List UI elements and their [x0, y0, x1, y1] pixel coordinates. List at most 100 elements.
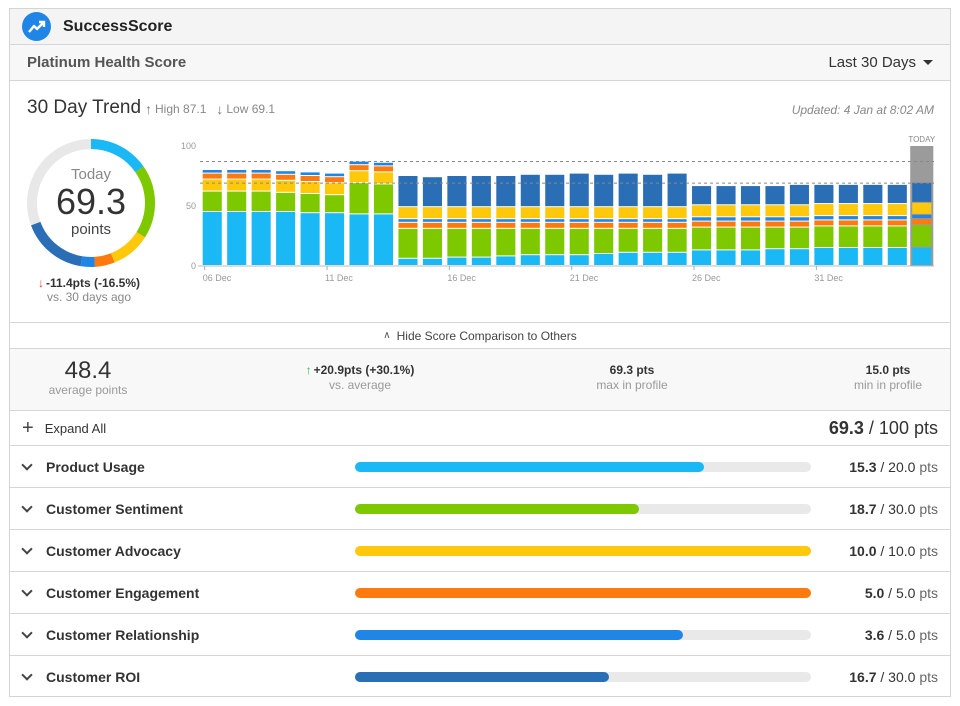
bar-segment: [863, 216, 883, 220]
row-score-value: 16.7: [849, 669, 877, 685]
bar-segment: [594, 207, 614, 219]
bar-segment: [447, 228, 467, 257]
row-expand-toggle[interactable]: Customer Sentiment: [10, 501, 183, 517]
bar-segment: [520, 207, 540, 219]
bar-segment: [569, 222, 589, 228]
bar-segment: [227, 170, 247, 173]
row-expand-toggle[interactable]: Customer ROI: [10, 669, 140, 685]
bar-segment: [496, 222, 516, 228]
average-value: 48.4: [64, 357, 112, 384]
total-score: 69.3 / 100 pts: [829, 418, 938, 439]
row-score-value: 3.6: [864, 626, 885, 643]
bar-segment: [398, 222, 418, 228]
bar-segment: [594, 228, 614, 253]
bar-segment: [814, 204, 834, 216]
expand-all-button[interactable]: + Expand All: [22, 418, 106, 438]
y-tick-label: 100: [181, 141, 196, 151]
bar-segment: [887, 204, 907, 216]
bar-segment: [545, 228, 565, 255]
hide-comparison-toggle[interactable]: ∧ Hide Score Comparison to Others: [10, 323, 950, 349]
today-delta: ↓ -11.4pts (-16.5%) vs. 30 days ago: [10, 276, 168, 304]
row-expand-toggle[interactable]: Customer Relationship: [10, 627, 199, 643]
bar-segment: [765, 205, 785, 217]
bar-segment: [838, 226, 858, 247]
row-expand-toggle[interactable]: Product Usage: [10, 459, 145, 475]
caret-down-icon: [923, 60, 933, 65]
bar-segment: [471, 228, 491, 257]
bar-segment: [398, 176, 418, 207]
row-expand-toggle[interactable]: Customer Engagement: [10, 585, 199, 601]
trend-bar-chart: 0 50 100 TODAY 06 Dec 11 Dec 16 Dec 21 Dec 26 De…: [181, 135, 936, 283]
bar-segment: [692, 221, 712, 227]
bar-segment: [471, 207, 491, 219]
bar-segment: [496, 207, 516, 219]
bar-segment: [716, 221, 736, 227]
bar-segment: [838, 220, 858, 226]
max-label: max in profile: [596, 378, 668, 392]
bar-segment: [325, 183, 345, 195]
bar-segment: [789, 205, 809, 217]
bar-segment: [520, 255, 540, 265]
bar-segment: [447, 257, 467, 265]
bar-segment: [740, 227, 761, 250]
bar-segment: [569, 207, 589, 219]
bar-segment: [863, 226, 883, 247]
bar-segment: [814, 248, 834, 265]
progress-track: [355, 546, 811, 556]
today-value: 69.3: [55, 181, 127, 222]
row-score-max: / 20.0: [880, 458, 916, 475]
max-stat: 69.3 pts max in profile: [572, 359, 692, 392]
bar-segment: [202, 170, 222, 173]
bar-segment: [716, 250, 736, 265]
bar-segment: [618, 173, 638, 207]
row-score-value: 10.0: [849, 542, 877, 559]
row-score: 10.0 / 10.0 pts: [849, 543, 938, 559]
today-label: TODAY: [908, 135, 935, 144]
row-label: Customer Relationship: [46, 626, 200, 643]
bar-segment: [863, 184, 883, 204]
bar-segment: [667, 207, 687, 219]
progress-fill: [355, 462, 704, 472]
bar-segment: [594, 219, 614, 222]
y-tick-label: 0: [191, 261, 196, 271]
bar-segment: [716, 205, 736, 217]
max-value: 69.3 pts: [609, 363, 655, 377]
bar-segment: [496, 256, 516, 265]
app-title: SuccessScore: [63, 17, 173, 35]
total-score-max: / 100: [868, 417, 909, 438]
bar-segment: [838, 184, 858, 204]
bar-segment: [447, 219, 467, 222]
bar-segment: [789, 249, 809, 265]
section-header: Platinum Health Score Last 30 Days: [10, 45, 950, 81]
bar-segment: [667, 222, 687, 228]
bar-segment: [863, 220, 883, 226]
bar-segment: [349, 183, 369, 214]
vs-average-label: vs. average: [328, 378, 392, 392]
bar-segment: [912, 202, 932, 214]
bar-segment: [692, 186, 712, 205]
row-score-value: 18.7: [849, 500, 877, 517]
row-score-max: / 10.0: [880, 542, 916, 559]
score-row-customer-roi: Customer ROI 16.7 / 30.0 pts: [10, 656, 950, 698]
bar-segment: [398, 219, 418, 222]
bar-segment: [398, 258, 418, 265]
average-label: average points: [48, 383, 128, 397]
row-expand-toggle[interactable]: Customer Advocacy: [10, 543, 181, 559]
bar-segment: [692, 217, 712, 221]
today-unit: points: [70, 221, 112, 238]
bar-segment: [765, 221, 785, 227]
bar-segment: [569, 228, 589, 255]
row-label: Customer Advocacy: [46, 542, 181, 559]
bar-segment: [814, 184, 834, 204]
bar-segment: [863, 204, 883, 216]
trend-high-low: ↑ High 87.1 ↓ Low 69.1: [145, 101, 275, 117]
total-score-unit: pts: [913, 417, 938, 438]
delta-caption: vs. 30 days ago: [46, 290, 132, 304]
date-range-dropdown[interactable]: Last 30 Days: [828, 54, 933, 71]
bar-segment: [618, 228, 638, 252]
row-score: 16.7 / 30.0 pts: [849, 669, 938, 685]
bar-segment: [887, 220, 907, 226]
progress-track: [355, 462, 811, 472]
bar-segment: [349, 165, 369, 171]
bar-segment: [227, 212, 247, 265]
